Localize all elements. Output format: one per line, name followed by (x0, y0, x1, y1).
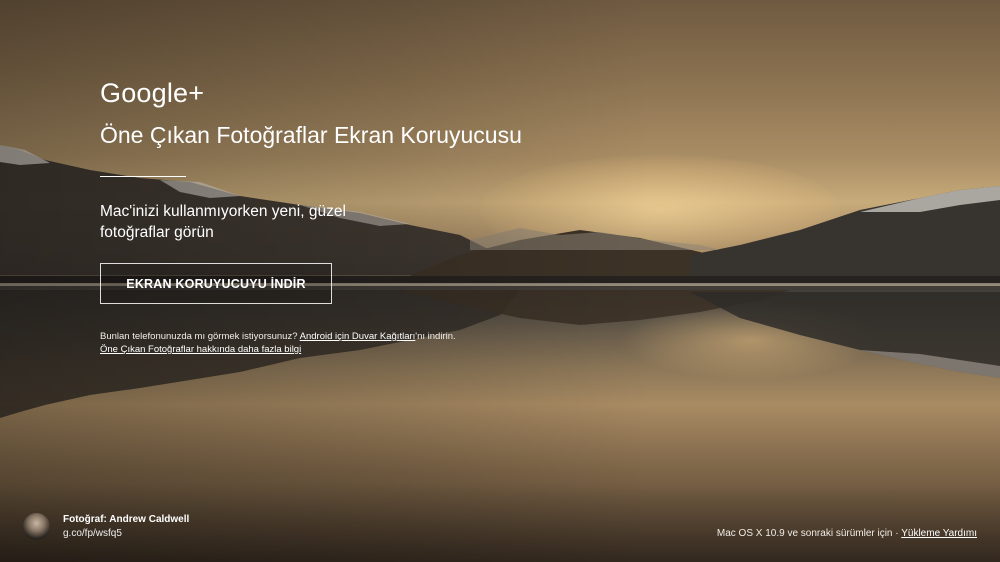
photo-short-link[interactable]: g.co/fp/wsfq5 (63, 528, 122, 539)
more-info-line: Öne Çıkan Fotoğraflar hakkında daha fazl… (100, 344, 301, 355)
page-title: Öne Çıkan Fotoğraflar Ekran Koruyucusu (100, 122, 522, 148)
os-requirements: Mac OS X 10.9 ve sonraki sürümler için ·… (717, 528, 977, 539)
download-screensaver-button[interactable]: EKRAN KORUYUCUYU İNDİR (100, 263, 332, 304)
google-plus-logo: Google+ (100, 78, 205, 108)
android-wallpapers-link[interactable]: Android için Duvar Kağıtları (300, 331, 416, 342)
more-info-link[interactable]: Öne Çıkan Fotoğraflar hakkında daha fazl… (100, 344, 301, 355)
install-help-link[interactable]: Yükleme Yardımı (901, 528, 977, 539)
page-subtitle: Mac'inizi kullanmıyorken yeni, güzel fot… (100, 203, 346, 241)
phone-prompt: Bunlan telefonunuzda mı görmek istiyorsu… (100, 331, 456, 342)
phone-prompt-suffix: 'nı indirin. (415, 331, 456, 342)
os-requirements-text: Mac OS X 10.9 ve sonraki sürümler için · (716, 528, 899, 539)
photo-credit: Fotoğraf: Andrew Caldwell (63, 514, 190, 525)
phone-prompt-text: Bunlan telefonunuzda mı görmek istiyorsu… (100, 331, 298, 342)
photographer-avatar[interactable] (23, 513, 50, 540)
title-divider (100, 176, 186, 177)
